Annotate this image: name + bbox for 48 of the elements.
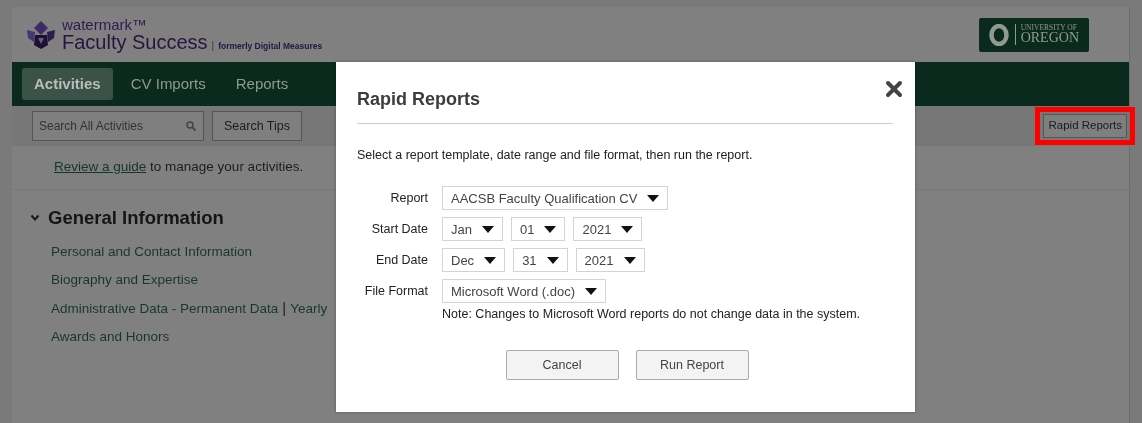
- section-link[interactable]: Administrative Data - Permanent Data: [51, 298, 279, 319]
- field-label: Start Date: [370, 221, 428, 239]
- field-label: Report: [389, 190, 428, 208]
- brand-separator: |: [211, 38, 215, 53]
- field-note: Note: Changes to Microsoft Word reports do not change data in the system.: [442, 306, 862, 324]
- dialog-button[interactable]: Cancel: [505, 350, 619, 381]
- brand-name: Faculty Success: [62, 31, 208, 53]
- dialog-description: Select a report template, date range and file format, then run the report.: [357, 146, 754, 164]
- logo-icon: [26, 19, 56, 50]
- field-label: End Date: [374, 252, 428, 270]
- select-field[interactable]: Jan: [442, 217, 503, 242]
- logo-text: OREGON: [1020, 31, 1079, 46]
- caret-icon: [647, 194, 660, 202]
- select-field[interactable]: 31: [513, 248, 568, 273]
- select-field[interactable]: 01: [510, 217, 566, 242]
- section-heading: General Information: [48, 207, 224, 230]
- search-field[interactable]: Search All Activities: [32, 111, 204, 141]
- caret-icon: [546, 256, 559, 264]
- close-button[interactable]: [883, 78, 905, 100]
- section-link[interactable]: Personal and Contact Information: [51, 241, 253, 262]
- nav-tab[interactable]: CV Imports: [118, 67, 218, 101]
- caret-icon: [544, 225, 557, 233]
- select-field[interactable]: AACSB Faculty Qualification CV: [442, 186, 669, 211]
- caret-icon: [585, 287, 597, 295]
- section-link[interactable]: Biography and Expertise: [51, 270, 199, 291]
- brand-tagline: watermark™: [62, 16, 148, 32]
- section-link[interactable]: Yearly: [290, 298, 328, 319]
- brand-note: formerly Digital Measures: [218, 39, 323, 53]
- ring-icon: [988, 23, 1009, 46]
- nav-tab[interactable]: Activities: [22, 67, 113, 101]
- search-icon: [186, 121, 196, 131]
- rapid-reports-button[interactable]: Rapid Reports: [1043, 114, 1127, 138]
- link-separator: |: [282, 298, 287, 319]
- guide-link[interactable]: Review a guide: [54, 159, 147, 174]
- select-field[interactable]: 2021: [573, 217, 643, 242]
- select-field[interactable]: Dec: [442, 248, 506, 273]
- section-link[interactable]: Awards and Honors: [51, 327, 170, 348]
- caret-icon: [481, 225, 494, 233]
- caret-icon: [484, 256, 497, 264]
- dialog-button[interactable]: Run Report: [635, 350, 749, 381]
- caret-icon: [623, 256, 636, 264]
- select-field[interactable]: 2021: [575, 248, 645, 273]
- nav-tab[interactable]: Reports: [223, 67, 301, 101]
- field-label: File Format: [363, 283, 428, 301]
- caret-icon: [621, 225, 634, 233]
- search-tips-button[interactable]: Search Tips: [212, 111, 302, 141]
- select-field[interactable]: Microsoft Word (.doc): [442, 279, 606, 304]
- dialog-title: Rapid Reports: [357, 82, 893, 124]
